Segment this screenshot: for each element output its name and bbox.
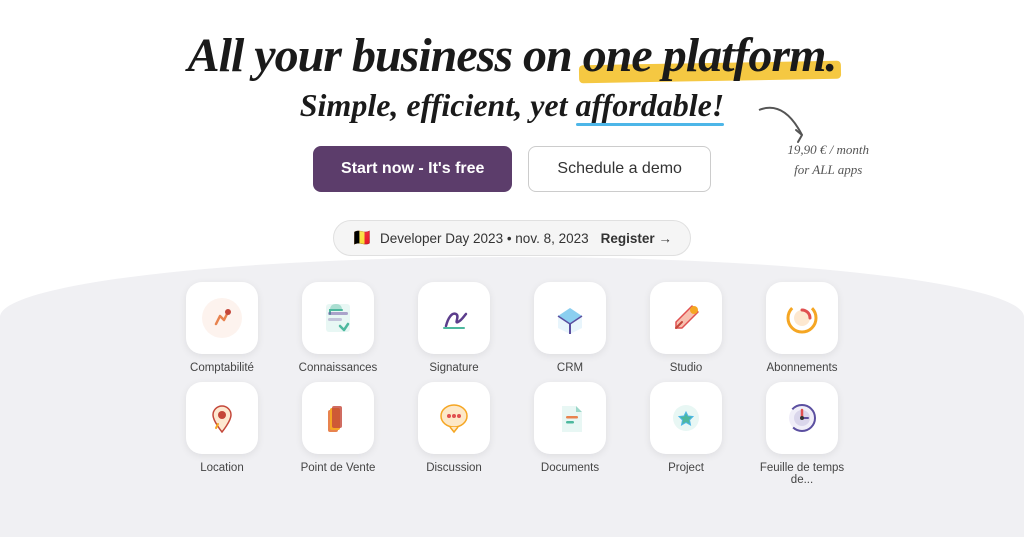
apps-grid: Comptabilité Connaissances [0,278,1024,490]
app-feuille-temps[interactable]: Feuille de temps de... [752,382,852,486]
app-signature[interactable]: Signature [404,282,504,374]
app-comptabilite[interactable]: Comptabilité [172,282,272,374]
app-location[interactable]: Location [172,382,272,486]
subheading-start: Simple, efficient, yet [300,87,576,123]
app-abonnements[interactable]: Abonnements [752,282,852,374]
app-label-point-de-vente: Point de Vente [301,462,376,474]
app-icon-box-crm [534,282,606,354]
app-label-crm: CRM [557,362,583,374]
app-crm[interactable]: CRM [520,282,620,374]
app-icon-box-abonnements [766,282,838,354]
app-icon-box-studio [650,282,722,354]
start-now-button[interactable]: Start now - It's free [313,146,512,192]
hero-section: All your business on one platform. Simpl… [0,0,1024,192]
main-heading: All your business on one platform. [0,28,1024,83]
app-icon-box-location [186,382,258,454]
app-icon-box-point-de-vente [302,382,374,454]
belgium-flag-icon: 🇧🇪 [352,228,372,248]
app-label-documents: Documents [541,462,599,474]
app-label-feuille-temps: Feuille de temps de... [752,462,852,486]
app-connaissances[interactable]: Connaissances [288,282,388,374]
schedule-demo-button[interactable]: Schedule a demo [528,146,711,192]
app-label-studio: Studio [670,362,703,374]
heading-start: All your business on [188,29,583,82]
app-icon-box-signature [418,282,490,354]
app-label-comptabilite: Comptabilité [190,362,254,374]
app-icon-box-connaissances [302,282,374,354]
app-icon-box-comptabilite [186,282,258,354]
app-icon-box-project [650,382,722,454]
app-project[interactable]: Project [636,382,736,486]
heading-highlight: one platform. [583,28,837,83]
app-label-discussion: Discussion [426,462,482,474]
app-point-de-vente[interactable]: Point de Vente [288,382,388,486]
app-label-signature: Signature [429,362,478,374]
app-documents[interactable]: Documents [520,382,620,486]
app-icon-box-feuille-temps [766,382,838,454]
sub-heading: Simple, efficient, yet affordable! [300,87,725,124]
banner-pill: 🇧🇪 Developer Day 2023 • nov. 8, 2023 Reg… [333,220,691,256]
subheading-highlight: affordable! [576,87,725,124]
app-icon-box-documents [534,382,606,454]
app-discussion[interactable]: Discussion [404,382,504,486]
price-note: 19,90 € / monthfor ALL apps [787,140,869,179]
app-label-abonnements: Abonnements [767,362,838,374]
app-icon-box-discussion [418,382,490,454]
app-label-connaissances: Connaissances [299,362,378,374]
developer-day-banner: 🇧🇪 Developer Day 2023 • nov. 8, 2023 Reg… [0,220,1024,256]
app-label-project: Project [668,462,704,474]
event-text: Developer Day 2023 • nov. 8, 2023 [380,231,589,246]
apps-row-1: Comptabilité Connaissances [164,278,860,378]
cta-section: Start now - It's free Schedule a demo [0,146,1024,192]
app-studio[interactable]: Studio [636,282,736,374]
apps-row-2: Location Point de Vente [164,378,860,490]
register-link[interactable]: Register → [601,231,672,246]
app-label-location: Location [200,462,243,474]
